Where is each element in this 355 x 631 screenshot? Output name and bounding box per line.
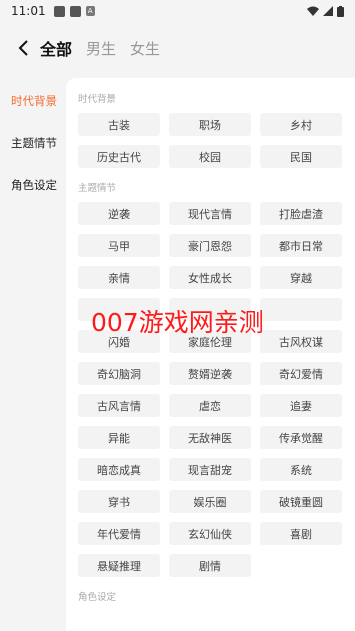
tag-chip[interactable]: 虐恋: [169, 394, 251, 417]
sidebar-item-era[interactable]: 时代背景: [0, 80, 64, 122]
tag-chip[interactable]: 穿书: [78, 490, 160, 513]
tag-chip[interactable]: 奇幻脑洞: [78, 362, 160, 385]
tag-chip[interactable]: 闪婚: [78, 330, 160, 353]
tag-chip[interactable]: [169, 298, 251, 321]
wifi-icon: [307, 6, 319, 16]
tag-chip[interactable]: 现代言情: [169, 202, 251, 225]
tag-chip[interactable]: 喜剧: [260, 522, 342, 545]
back-arrow-icon[interactable]: [14, 39, 32, 57]
tag-chip[interactable]: [78, 298, 160, 321]
tab-female[interactable]: 女生: [130, 38, 160, 59]
section-title: 主题情节: [78, 183, 117, 194]
tag-chip[interactable]: 穿越: [260, 266, 342, 289]
tag-chip[interactable]: 剧情: [169, 554, 251, 577]
tag-chip[interactable]: 娱乐圈: [169, 490, 251, 513]
a-badge-icon: A: [85, 6, 95, 16]
tag-chip[interactable]: 追妻: [260, 394, 342, 417]
tag-chip[interactable]: 系统: [260, 458, 342, 481]
app-notification-icon: [53, 5, 65, 17]
sidebar-item-theme[interactable]: 主题情节: [0, 122, 64, 164]
app-notification-icon: [69, 5, 81, 17]
section-title: 时代背景: [78, 94, 117, 105]
signal-icon: [323, 6, 333, 16]
tag-chip[interactable]: 女性成长: [169, 266, 251, 289]
tag-chip[interactable]: 家庭伦理: [169, 330, 251, 353]
battery-icon: [337, 5, 344, 17]
tag-grid: 古装 职场 乡村历史古代 校园 民国: [66, 113, 355, 168]
tag-chip[interactable]: 马甲: [78, 234, 160, 257]
tag-chip[interactable]: 打脸虐渣: [260, 202, 342, 225]
tag-chip[interactable]: 乡村: [260, 113, 342, 136]
tag-chip[interactable]: 年代爱情: [78, 522, 160, 545]
status-time: 11:01: [11, 4, 46, 18]
tag-chip[interactable]: 现言甜宠: [169, 458, 251, 481]
tag-chip[interactable]: 历史古代: [78, 145, 160, 168]
tag-chip[interactable]: 校园: [169, 145, 251, 168]
tag-chip[interactable]: 赘婿逆袭: [169, 362, 251, 385]
tag-chip[interactable]: 古风权谋: [260, 330, 342, 353]
tag-chip[interactable]: 暗恋成真: [78, 458, 160, 481]
tag-chip[interactable]: 破镜重圆: [260, 490, 342, 513]
tag-chip[interactable]: 无敌神医: [169, 426, 251, 449]
tab-all[interactable]: 全部: [40, 36, 72, 60]
tag-chip[interactable]: 豪门恩怨: [169, 234, 251, 257]
tag-chip[interactable]: 都市日常: [260, 234, 342, 257]
tag-chip[interactable]: 民国: [260, 145, 342, 168]
status-bar: 11:01 A: [0, 0, 355, 22]
tag-chip[interactable]: 亲情: [78, 266, 160, 289]
tag-grid: 逆袭 现代言情 打脸虐渣马甲 豪门恩怨 都市日常亲情 女性成长 穿越闪婚 家庭伦理 古风权谋奇幻…: [66, 202, 355, 577]
tag-chip[interactable]: 古风言情: [78, 394, 160, 417]
tag-panel: 时代背景古装 职场 乡村历史古代 校园 民国主题情节逆袭 现代言情 打脸虐渣马甲 豪门恩怨 都市…: [66, 78, 355, 631]
sidebar: 时代背景 主题情节 角色设定: [0, 80, 64, 206]
tag-chip[interactable]: 逆袭: [78, 202, 160, 225]
tag-chip[interactable]: 传承觉醒: [260, 426, 342, 449]
notification-icons: A: [53, 5, 95, 17]
tab-male[interactable]: 男生: [86, 38, 116, 59]
sidebar-item-role[interactable]: 角色设定: [0, 164, 64, 206]
tag-chip[interactable]: 古装: [78, 113, 160, 136]
section-title: 角色设定: [78, 592, 117, 603]
tag-chip[interactable]: 异能: [78, 426, 160, 449]
tag-chip[interactable]: 职场: [169, 113, 251, 136]
tag-chip[interactable]: [260, 298, 342, 321]
tag-chip[interactable]: 玄幻仙侠: [169, 522, 251, 545]
tag-chip[interactable]: 奇幻爱情: [260, 362, 342, 385]
tag-chip[interactable]: 悬疑推理: [78, 554, 160, 577]
header: 全部 男生 女生: [0, 30, 355, 66]
